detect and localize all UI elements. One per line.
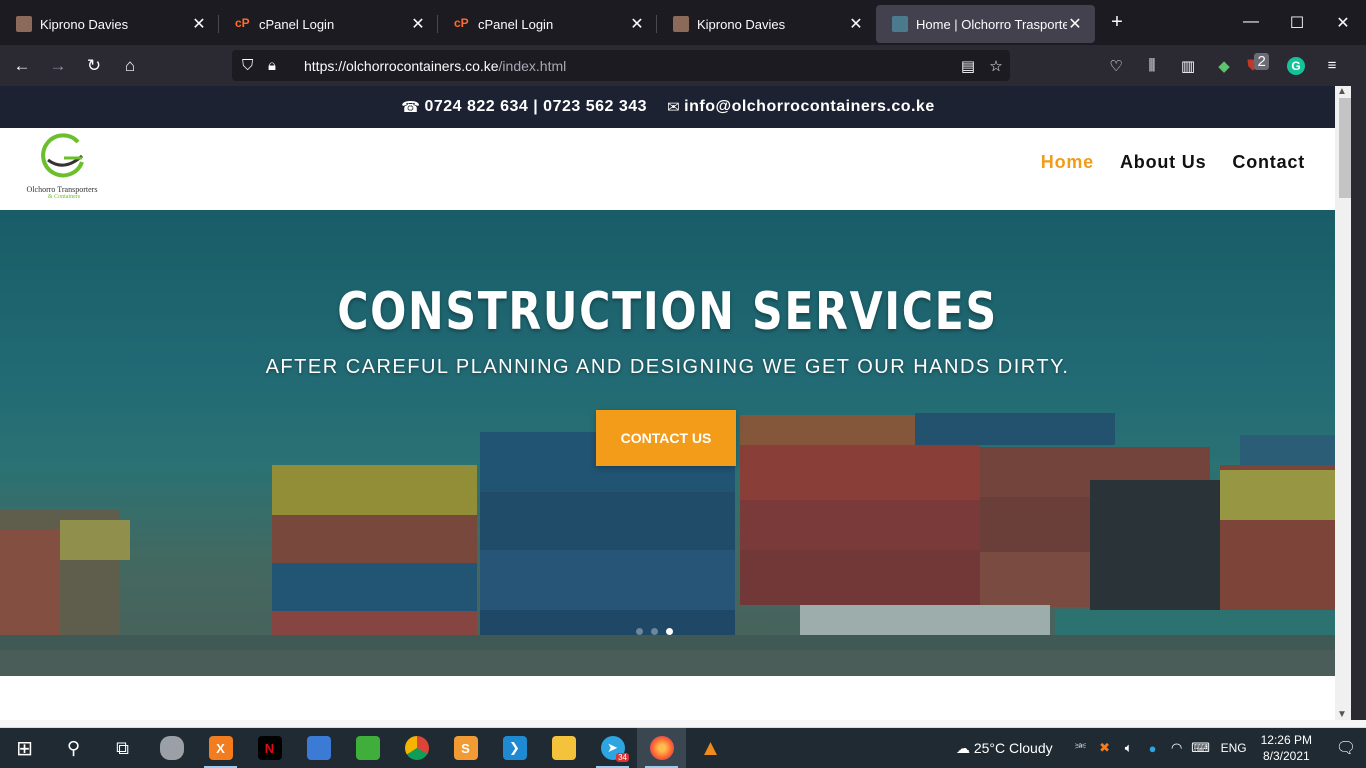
- page-bottom-edge: [0, 720, 1366, 728]
- slider-dot[interactable]: [636, 628, 643, 635]
- vscode-icon[interactable]: ❯: [490, 728, 539, 768]
- cpanel-icon: cP: [235, 16, 250, 30]
- keyboard-icon[interactable]: ⌨: [1189, 740, 1213, 756]
- search-icon[interactable]: ⚲: [49, 728, 98, 768]
- start-icon[interactable]: ⊞: [0, 728, 49, 768]
- tray-app-icon[interactable]: ●: [1141, 741, 1165, 756]
- browser-tab[interactable]: Kiprono Davies ✕: [0, 5, 219, 43]
- menu-icon[interactable]: ≡: [1314, 57, 1350, 74]
- notifications-icon[interactable]: 🗨︎: [1326, 738, 1366, 758]
- netflix-icon[interactable]: N: [245, 728, 294, 768]
- ublock-icon[interactable]: ⛊2: [1242, 53, 1278, 74]
- grammarly-icon[interactable]: G: [1278, 56, 1314, 75]
- browser-gutter: [1351, 86, 1366, 720]
- main-menu: Home About Us Contact: [1041, 152, 1305, 173]
- close-window-icon[interactable]: ✕: [1320, 13, 1366, 33]
- file-explorer-icon[interactable]: [539, 728, 588, 768]
- windows-taskbar: ⊞ ⚲ ⧉ X N S ❯ ➤ 34 ▲ ☁ 25°C Cloudy ⎃ ✖ 🔈︎…: [0, 728, 1366, 768]
- slider-dot[interactable]: [651, 628, 658, 635]
- site-icon: [892, 16, 908, 32]
- browser-tab-strip: Kiprono Davies ✕ cP cPanel Login ✕ cP cP…: [0, 0, 1366, 45]
- reader-view-icon[interactable]: ▤: [954, 57, 982, 75]
- hero-slider: CONSTRUCTION SERVICES AFTER CAREFUL PLAN…: [0, 210, 1335, 676]
- page-viewport: ☎ 0724 822 634 | 0723 562 343 ✉ info@olc…: [0, 86, 1366, 720]
- pocket-icon[interactable]: ♡: [1098, 57, 1134, 75]
- browser-tab-active[interactable]: Home | Olchorro Trasporters ✕: [876, 5, 1095, 43]
- reload-icon[interactable]: ↻: [76, 56, 112, 76]
- url-bar[interactable]: ⛉ 🔒︎ https://olchorrocontainers.co.ke/in…: [232, 50, 1010, 81]
- close-tab-icon[interactable]: ✕: [410, 14, 426, 34]
- tab-title: Kiprono Davies: [697, 16, 786, 32]
- email-link[interactable]: info@olchorrocontainers.co.ke: [684, 98, 935, 116]
- shield-icon[interactable]: ⛉: [242, 57, 268, 74]
- home-icon[interactable]: ⌂: [112, 56, 148, 76]
- phone-icon: ☎: [401, 99, 421, 116]
- sublime-icon[interactable]: S: [441, 728, 490, 768]
- language-indicator[interactable]: ENG: [1221, 741, 1247, 755]
- xampp-icon[interactable]: X: [196, 728, 245, 768]
- close-tab-icon[interactable]: ✕: [848, 14, 864, 34]
- chrome-icon[interactable]: [392, 728, 441, 768]
- tab-title: Kiprono Davies: [40, 16, 129, 32]
- hero-subtitle: AFTER CAREFUL PLANNING AND DESIGNING WE …: [265, 356, 1070, 378]
- database-icon[interactable]: [147, 728, 196, 768]
- weather-widget[interactable]: ☁ 25°C Cloudy: [956, 740, 1053, 757]
- browser-tab[interactable]: cP cPanel Login ✕: [219, 5, 438, 43]
- contact-us-button[interactable]: CONTACT US: [596, 410, 736, 466]
- browser-tab[interactable]: Kiprono Davies ✕: [657, 5, 876, 43]
- close-tab-icon[interactable]: ✕: [629, 14, 645, 34]
- laptop-icon[interactable]: [294, 728, 343, 768]
- sidebar-icon[interactable]: ▥: [1170, 57, 1206, 75]
- hero-title: CONSTRUCTION SERVICES: [337, 282, 998, 342]
- tab-title: Home | Olchorro Trasporters: [916, 16, 1067, 32]
- scroll-down-icon[interactable]: ▼: [1337, 709, 1347, 720]
- forward-icon[interactable]: →: [40, 56, 76, 76]
- tab-title: cPanel Login: [478, 16, 554, 32]
- back-icon[interactable]: ←: [4, 56, 40, 76]
- system-tray: ☁ 25°C Cloudy ⎃ ✖ 🔈︎ ● ◠ ⌨ ENG 12:26 PM …: [956, 732, 1366, 764]
- green-bucket-icon[interactable]: [343, 728, 392, 768]
- volume-icon[interactable]: 🔈︎: [1117, 740, 1141, 756]
- contact-topbar: ☎ 0724 822 634 | 0723 562 343 ✉ info@olc…: [0, 86, 1366, 128]
- cloud-icon: ☁: [955, 739, 974, 756]
- extension-icon[interactable]: ◆: [1206, 57, 1242, 75]
- scroll-up-icon[interactable]: ▲: [1337, 86, 1347, 97]
- telegram-icon[interactable]: ➤ 34: [588, 728, 637, 768]
- library-icon[interactable]: ⫼: [1134, 57, 1170, 74]
- close-tab-icon[interactable]: ✕: [191, 14, 207, 34]
- lock-icon[interactable]: 🔒︎: [268, 57, 294, 74]
- new-tab-button[interactable]: +: [1095, 11, 1139, 34]
- avatar-icon: [16, 16, 32, 32]
- firefox-icon[interactable]: [637, 728, 686, 768]
- task-view-icon[interactable]: ⧉: [98, 728, 147, 768]
- site-logo[interactable]: Olchorro Transporters & Containers: [27, 132, 98, 200]
- xampp-tray-icon[interactable]: ✖: [1093, 740, 1117, 756]
- wifi-icon[interactable]: ◠: [1165, 740, 1189, 756]
- close-tab-icon[interactable]: ✕: [1067, 14, 1083, 34]
- tab-title: cPanel Login: [259, 16, 335, 32]
- logo-subtext: & Containers: [47, 194, 81, 200]
- browser-tab[interactable]: cP cPanel Login ✕: [438, 5, 657, 43]
- vlc-icon[interactable]: ▲: [686, 728, 735, 768]
- menu-item-about[interactable]: About Us: [1120, 152, 1206, 173]
- logo-mark-icon: [41, 133, 84, 178]
- network-device-icon[interactable]: ⎃: [1069, 740, 1093, 756]
- avatar-icon: [673, 16, 689, 32]
- maximize-icon[interactable]: ☐: [1274, 13, 1320, 33]
- clock[interactable]: 12:26 PM 8/3/2021: [1261, 732, 1312, 764]
- url-text[interactable]: https://olchorrocontainers.co.ke/index.h…: [304, 58, 566, 74]
- cpanel-icon: cP: [454, 16, 469, 30]
- slider-dot-active[interactable]: [666, 628, 673, 635]
- phone-numbers[interactable]: 0724 822 634 | 0723 562 343: [424, 98, 647, 116]
- menu-item-contact[interactable]: Contact: [1232, 152, 1305, 173]
- telegram-badge: 34: [616, 753, 629, 762]
- envelope-icon: ✉: [667, 99, 681, 116]
- logo-text: Olchorro Transporters: [26, 185, 98, 194]
- browser-navbar: ← → ↻ ⌂ ⛉ 🔒︎ https://olchorrocontainers.…: [0, 45, 1366, 86]
- menu-item-home[interactable]: Home: [1041, 152, 1094, 173]
- slider-dots: [636, 628, 673, 635]
- bookmark-star-icon[interactable]: ☆: [982, 57, 1010, 75]
- minimize-icon[interactable]: —: [1228, 13, 1274, 33]
- site-header: Olchorro Transporters & Containers Home …: [0, 128, 1335, 210]
